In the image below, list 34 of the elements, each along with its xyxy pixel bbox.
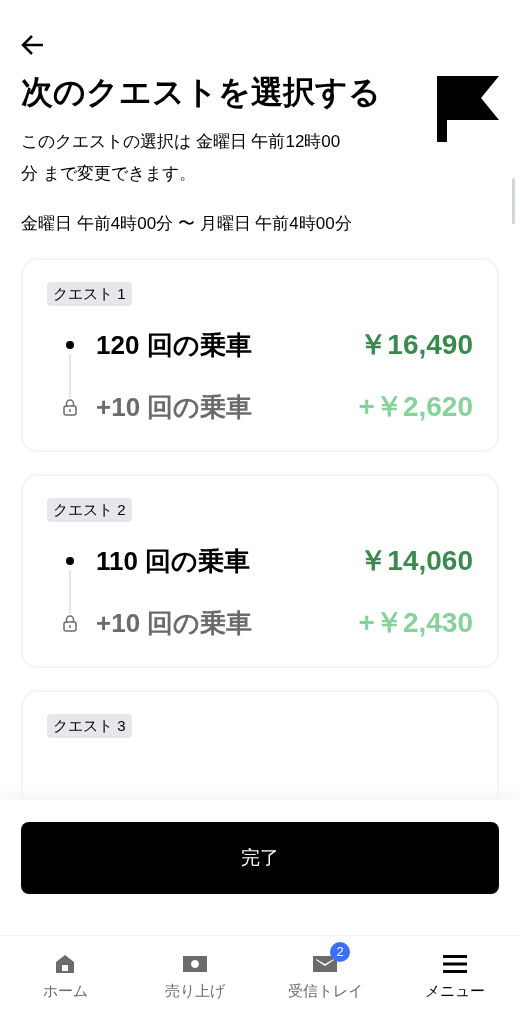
scrollbar <box>512 178 515 224</box>
page-title: 次のクエストを選択する <box>21 73 382 112</box>
ride-count: 110 回の乗車 <box>96 544 251 578</box>
menu-icon <box>443 954 467 974</box>
envelope-icon <box>312 954 338 974</box>
back-button[interactable] <box>21 34 45 56</box>
quest-card[interactable]: クエスト 1 120 回の乗車 ￥16,490 +10 回の乗車 +￥2,620 <box>21 258 499 452</box>
reward-amount: ￥14,060 <box>359 544 473 578</box>
done-button[interactable]: 完了 <box>21 822 499 894</box>
nav-tab[interactable]: 2 受信トレイ <box>260 936 390 1024</box>
ride-count: +10 回の乗車 <box>96 606 253 640</box>
quest-period: 金曜日 午前4時00分 〜 月曜日 午前4時00分 <box>21 213 353 235</box>
nav-tab[interactable]: メニュー <box>390 936 520 1024</box>
banknote-icon <box>182 954 208 974</box>
quest-card[interactable]: クエスト 2 110 回の乗車 ￥14,060 +10 回の乗車 +￥2,430 <box>21 474 499 668</box>
unread-badge: 2 <box>330 942 350 962</box>
bullet-icon <box>66 341 74 349</box>
reward-amount: ￥16,490 <box>359 328 473 362</box>
quest-label: クエスト 3 <box>47 714 132 738</box>
nav-tab[interactable]: 売り上げ <box>130 936 260 1024</box>
ride-count: +10 回の乗車 <box>96 390 253 424</box>
ride-count: 120 回の乗車 <box>96 328 252 362</box>
reward-amount: +￥2,430 <box>358 606 473 640</box>
lock-icon <box>63 614 77 632</box>
flag-icon <box>437 76 499 142</box>
description: このクエストの選択は 金曜日 午前12時00分 まで変更できます。 <box>21 131 342 185</box>
home-icon <box>53 952 77 976</box>
bullet-icon <box>66 557 74 565</box>
lock-icon <box>63 398 77 416</box>
quest-label: クエスト 2 <box>47 498 132 522</box>
quest-label: クエスト 1 <box>47 282 132 306</box>
nav-tab[interactable]: ホーム <box>0 936 130 1024</box>
back-arrow-icon <box>21 34 45 56</box>
reward-amount: +￥2,620 <box>358 390 473 424</box>
